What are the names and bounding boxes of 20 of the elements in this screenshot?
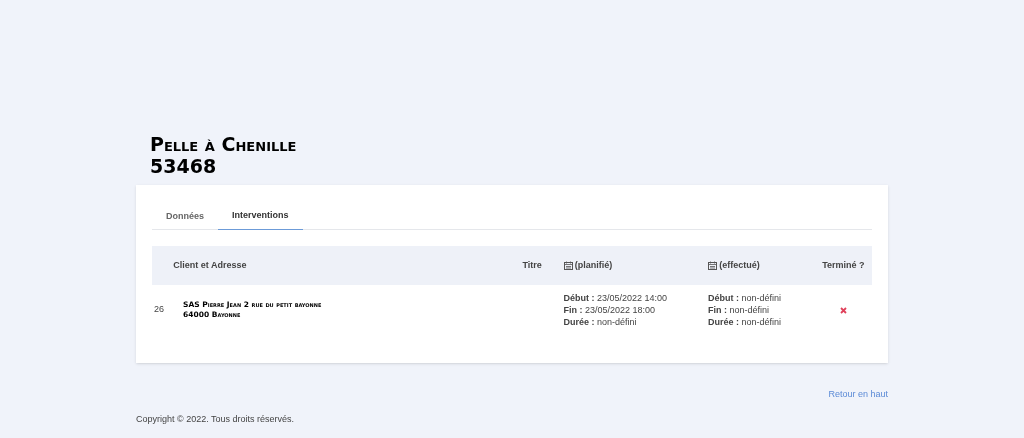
column-header: Terminé ?: [822, 258, 865, 272]
date-line: Durée : non-défini: [708, 316, 782, 328]
column-header: Client et Adresse: [173, 258, 247, 272]
table-cell: 26: [154, 304, 164, 315]
date-line: Durée : non-défini: [563, 316, 637, 328]
tab[interactable]: Interventions: [218, 203, 303, 230]
calendar-icon: [708, 261, 718, 270]
date-line: Début : non-défini: [708, 292, 782, 304]
page-title: Pelle à Chenille: [150, 133, 297, 155]
column-header: (planifié): [574, 258, 613, 272]
tab[interactable]: Données: [152, 203, 218, 230]
page-title: 53468: [150, 155, 217, 177]
back-to-top-link[interactable]: Retour en haut: [828, 388, 888, 402]
column-header: (effectué): [719, 258, 760, 272]
calendar-icon: [563, 261, 573, 270]
copyright-text: Copyright © 2022. Tous droits réservés.: [136, 412, 296, 426]
column-header: Titre: [522, 258, 542, 272]
date-line: Fin : non-défini: [708, 304, 770, 316]
date-line: Fin : 23/05/2022 18:00: [563, 304, 656, 316]
date-line: Début : 23/05/2022 14:00: [563, 292, 668, 304]
